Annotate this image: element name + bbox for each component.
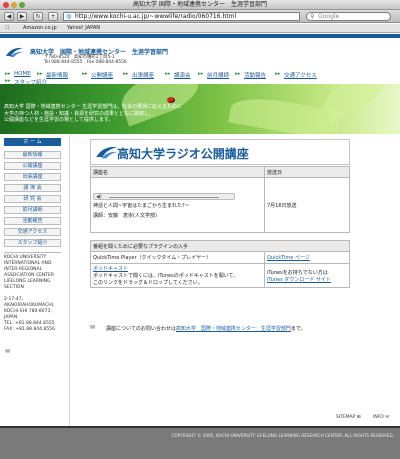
search-icon: ⚲ [310,13,315,20]
globe-icon: ◍ [66,13,72,20]
info-link[interactable]: INFO ✉ [373,415,389,420]
sitemap-link[interactable]: SITEMAP ⊞ [336,415,361,420]
podcast-desc-2: このリンクをドラッグ＆ドロップしてください。 [93,280,203,286]
footer: COPYRIGHT © 2005, KOCHI UNIVERSITY LIFEL… [0,426,400,459]
sidebar-item-study[interactable]: 研 究 会 [4,195,61,203]
quicktime-name: QuickTime Player（クイックタイム・プレイヤー） [90,251,265,264]
table-row: QuickTime Player（クイックタイム・プレイヤー） QuickTim… [90,251,350,264]
table-row: ◀) 神話と人間~宇宙はたまごから生まれた?~ 講師：安藤 恵崇(人文学部) 7… [90,177,350,233]
table-row: ポッドキャスト ポッドキャストで聞くには、iTunesのポッドキャストを開いて、… [90,263,350,288]
nav-arrow-icon: ▸▸ [165,71,171,77]
sitemap-icon: ⊞ [356,415,361,420]
col-header-title: 講座名 [90,166,265,178]
nav-item-access[interactable]: 交通アクセス [284,71,317,79]
ladybug-icon [167,97,175,103]
header-strip [0,34,400,38]
add-bookmark-button[interactable]: + [48,12,58,21]
mail-icon[interactable]: ✉ [5,348,10,355]
lecture-table: 講座名 放送日 ◀) 神話と人間~宇宙はたまごから生まれた?~ 講師：安藤 恵崇… [90,166,350,288]
nav-arrow-icon: ▸▸ [275,71,281,77]
header-banner: 高知大学 国際・地域連携センター 生涯学習部門は、社会の要請に応えるために 大学の… [0,84,400,134]
nav-item-report[interactable]: 活動報告 [244,71,266,79]
nav-arrow-icon: ▸▸ [123,71,129,77]
page-title: 高知大学ラジオ公開講座 [117,147,249,161]
nav-item-outreach[interactable]: 出張講座 [132,71,154,79]
search-input[interactable]: ⚲ Google [306,12,391,21]
nav-arrow-icon: ▸▸ [198,71,204,77]
back-button[interactable]: ◀ [4,12,14,21]
address-field[interactable]: ◍ http://www.kochi-u.ac.jp/~wwwlife/radi… [63,12,300,21]
plugin-heading: 番組を聞くために必要なプラグインの入手 [90,240,350,252]
university-logo-icon [6,47,23,57]
web-page: 高知大学 国際・地域連携センター 生涯学習部門 〒780-8520 高知市曙町2… [0,34,400,459]
col-header-date: 放送日 [264,166,350,178]
toolbar: ◀ ▶ ↻ + ◍ http://www.kochi-u.ac.jp/~wwwl… [0,10,400,23]
sidebar: ホ ー ム 最新情報 公開講座 出張講座 講 演 会 研 究 会 前月講師 活動… [0,135,70,459]
nav-arrow-icon: ▸▸ [37,71,43,77]
zoom-icon[interactable] [19,2,25,8]
nav-item-lectures[interactable]: 公開講座 [91,71,113,79]
itunes-desc: iTunesをお持ちでない方は [267,269,328,276]
mail-icon: ✉ [90,324,96,331]
sidebar-item-news[interactable]: 最新情報 [4,151,61,159]
search-placeholder: Google [318,13,340,20]
sidebar-item-talks[interactable]: 講 演 会 [4,184,61,192]
address-value: http://www.kochi-u.ac.jp/~wwwlife/radio/… [75,13,237,20]
sidebar-address: KOCHI UNIVERSITY INTERNATIONAL AND INTER-R… [4,255,55,332]
header-tel: Tel 088-844-8555 Fax 088-844-8556 [44,60,127,65]
lecture-title: 神話と人間~宇宙はたまごから生まれた?~ [93,202,189,209]
banner-text: 高知大学 国際・地域連携センター 生涯学習部門は、社会の要請に応えるために 大学の… [4,104,183,123]
bookmarks-icon[interactable]: ☐ [5,24,9,33]
sidebar-heading[interactable]: ホ ー ム [4,138,61,146]
broadcast-date: 7月16日放送 [264,177,350,233]
nav-item-home[interactable]: HOME [14,71,31,77]
audio-progress-track[interactable] [109,196,219,198]
podcast-desc-1: ポッドキャストで聞くには、iTunesのポッドキャストを開いて、 [93,273,239,279]
minimize-icon[interactable] [11,2,17,8]
window-title: 高知大学 国際・地域連携センター 生涯学習部門 [133,1,267,8]
sidebar-item-report[interactable]: 活動報告 [4,217,61,225]
inquiry-link[interactable]: 高知大学 国際・地域連携センター 生涯学習部門 [176,326,291,332]
nav-item-prev-speaker[interactable]: 前月講師 [207,71,229,79]
podcast-link[interactable]: ポッドキャスト [93,265,262,272]
nav-arrow-icon: ▸▸ [82,71,88,77]
nav-item-talks[interactable]: 講演会 [174,71,191,79]
speaker-icon[interactable]: ◀) [96,194,102,200]
copyright: COPYRIGHT © 2005, KOCHI UNIVERSITY LIFEL… [171,433,394,438]
university-logo-icon [96,146,118,159]
lecture-speaker: 講師：安藤 恵崇(人文学部) [93,212,157,219]
browser-window: 高知大学 国際・地域連携センター 生涯学習部門 ◀ ▶ ↻ + ◍ http:/… [0,0,400,459]
close-icon[interactable] [3,2,9,8]
itunes-download-link[interactable]: iTunes ダウンロード サイト [267,276,347,283]
nav-arrow-icon: ▸▸ [5,71,11,77]
nav-item-news[interactable]: 最新情報 [46,71,68,79]
forward-button[interactable]: ▶ [17,12,27,21]
audio-player[interactable]: ◀) [93,192,235,200]
bookmark-item[interactable]: Yahoo! JAPAN [67,24,100,33]
nav-arrow-icon: ▸▸ [235,71,241,77]
sidebar-item-lectures[interactable]: 公開講座 [4,162,61,170]
bookmarks-bar: ☐ Amazon.co.jp Yahoo! JAPAN [0,24,400,33]
mail-icon: ✉ [385,415,390,420]
sidebar-item-outreach[interactable]: 出張講座 [4,173,61,181]
title-bar: 高知大学 国際・地域連携センター 生涯学習部門 [0,0,400,10]
sidebar-item-prev-speaker[interactable]: 前月講師 [4,206,61,214]
reload-button[interactable]: ↻ [33,12,43,21]
quicktime-link[interactable]: QuickTime ページ [267,255,310,261]
inquiry-text: 講座についてのお問い合わせは高知大学 国際・地域連携センター 生涯学習部門まで。 [106,326,306,332]
bookmark-item[interactable]: Amazon.co.jp [23,24,57,33]
sidebar-item-access[interactable]: 交通アクセス [4,228,61,236]
sidebar-item-staff[interactable]: スタッフ紹介 [4,239,61,247]
